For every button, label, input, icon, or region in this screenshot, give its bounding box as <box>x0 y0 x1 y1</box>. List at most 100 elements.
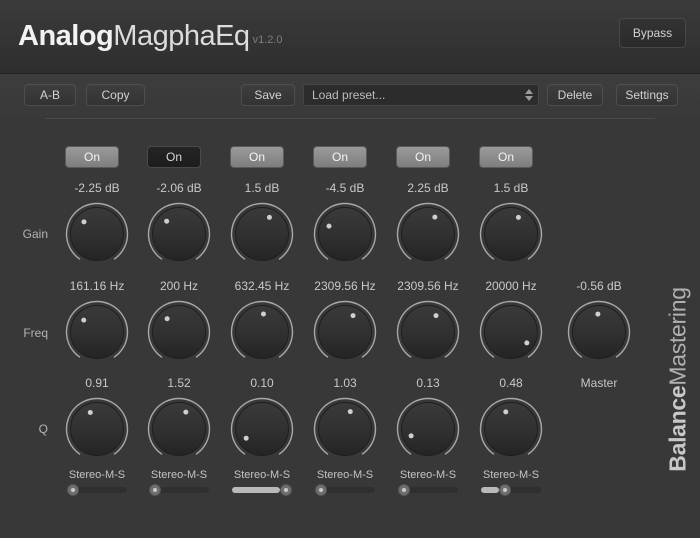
knob-indicator <box>326 223 332 229</box>
knob-body <box>229 396 295 462</box>
chevron-down-icon <box>525 96 533 101</box>
knob-indicator <box>266 214 272 220</box>
knob-indicator <box>408 432 414 438</box>
band-on-toggle[interactable]: On <box>65 146 119 168</box>
preset-dropdown-value: Load preset... <box>312 88 386 102</box>
row-label-gain: Gain <box>22 227 48 241</box>
knob-body <box>146 201 212 267</box>
knob-indicator <box>260 311 266 317</box>
title-brand: Analog <box>18 20 114 52</box>
gain-knob[interactable] <box>229 201 295 267</box>
stereo-ms-slider[interactable] <box>149 484 209 496</box>
settings-button[interactable]: Settings <box>616 84 678 106</box>
slider-handle-dot <box>284 488 288 492</box>
freq-knob[interactable] <box>64 299 130 365</box>
q-value: 0.10 <box>250 376 274 390</box>
stereo-ms-label: Stereo-M-S <box>482 469 540 481</box>
gain-knob[interactable] <box>478 201 544 267</box>
q-knob[interactable] <box>395 396 461 462</box>
q-knob[interactable] <box>478 396 544 462</box>
stereo-ms-slider[interactable] <box>398 484 458 496</box>
slider-handle-dot <box>402 488 406 492</box>
knob-body <box>64 201 130 267</box>
knob-indicator <box>243 435 249 441</box>
stereo-ms-label: Stereo-M-S <box>399 469 457 481</box>
knob-body <box>312 396 378 462</box>
knob-body <box>146 299 212 365</box>
knob-body <box>229 201 295 267</box>
knob-body <box>312 201 378 267</box>
gain-knob[interactable] <box>146 201 212 267</box>
ab-compare-button[interactable]: A-B <box>24 84 76 106</box>
gain-value: 1.5 dB <box>493 181 529 195</box>
freq-knob[interactable] <box>312 299 378 365</box>
stereo-ms-slider[interactable] <box>67 484 127 496</box>
q-knob[interactable] <box>229 396 295 462</box>
knob-indicator <box>350 312 356 318</box>
band-on-toggle[interactable]: On <box>479 146 533 168</box>
gain-knob[interactable] <box>64 201 130 267</box>
q-knob[interactable] <box>146 396 212 462</box>
master-knob[interactable] <box>566 299 632 365</box>
freq-knob[interactable] <box>395 299 461 365</box>
slider-handle-dot <box>503 488 508 492</box>
knob-indicator <box>594 311 600 317</box>
q-value: 1.52 <box>167 376 191 390</box>
band-on-toggle[interactable]: On <box>313 146 367 168</box>
q-value: 1.03 <box>333 376 357 390</box>
band-on-toggle[interactable]: On <box>147 146 201 168</box>
slider-handle-dot <box>319 488 323 492</box>
slider-handle[interactable] <box>149 484 161 496</box>
delete-button[interactable]: Delete <box>547 84 603 106</box>
knob-body <box>478 299 544 365</box>
freq-value: 200 Hz <box>159 279 199 293</box>
slider-handle[interactable] <box>280 484 292 496</box>
slider-handle[interactable] <box>315 484 327 496</box>
knob-body <box>64 396 130 462</box>
slider-handle[interactable] <box>67 484 79 496</box>
row-label-q: Q <box>38 422 48 436</box>
main-panel: Gain Freq Q On -2.25 dB 161.16 Hz 0.91 S… <box>0 119 700 538</box>
master-value: -0.56 dB <box>576 279 622 293</box>
save-button[interactable]: Save <box>241 84 295 106</box>
slider-fill <box>481 487 500 493</box>
slider-handle[interactable] <box>398 484 410 496</box>
knob-indicator <box>515 214 521 220</box>
band-on-toggle[interactable]: On <box>230 146 284 168</box>
bypass-button[interactable]: Bypass <box>619 18 686 48</box>
stereo-ms-slider[interactable] <box>481 484 541 496</box>
chevron-updown-icon[interactable] <box>520 85 538 105</box>
slider-handle-dot <box>153 488 157 492</box>
knob-indicator <box>164 315 170 321</box>
q-knob[interactable] <box>312 396 378 462</box>
copy-button[interactable]: Copy <box>86 84 145 106</box>
knob-indicator <box>431 214 437 220</box>
stereo-ms-slider[interactable] <box>232 484 292 496</box>
slider-handle[interactable] <box>499 484 512 496</box>
gain-value: -2.06 dB <box>156 181 202 195</box>
freq-knob[interactable] <box>229 299 295 365</box>
freq-value: 2309.56 Hz <box>314 279 376 293</box>
stereo-ms-label: Stereo-M-S <box>316 469 374 481</box>
knob-indicator <box>502 408 508 414</box>
master-label: Master <box>580 376 618 390</box>
slider-fill <box>232 487 280 493</box>
preset-dropdown[interactable]: Load preset... <box>303 84 539 106</box>
gain-value: -4.5 dB <box>325 181 365 195</box>
band-on-toggle[interactable]: On <box>396 146 450 168</box>
gain-knob[interactable] <box>312 201 378 267</box>
page-title: AnalogMagphaEq v1.2.0 <box>18 20 283 53</box>
freq-knob[interactable] <box>478 299 544 365</box>
knob-body <box>229 299 295 365</box>
brand-text: BalanceMastering <box>665 287 692 471</box>
stereo-ms-slider[interactable] <box>315 484 375 496</box>
knob-body <box>64 299 130 365</box>
knob-body <box>478 201 544 267</box>
q-knob[interactable] <box>64 396 130 462</box>
q-value: 0.13 <box>416 376 440 390</box>
gain-knob[interactable] <box>395 201 461 267</box>
freq-knob[interactable] <box>146 299 212 365</box>
brand-bold: Balance <box>664 385 691 472</box>
header-bar: AnalogMagphaEq v1.2.0 Bypass <box>0 0 700 74</box>
row-label-freq: Freq <box>23 326 48 340</box>
